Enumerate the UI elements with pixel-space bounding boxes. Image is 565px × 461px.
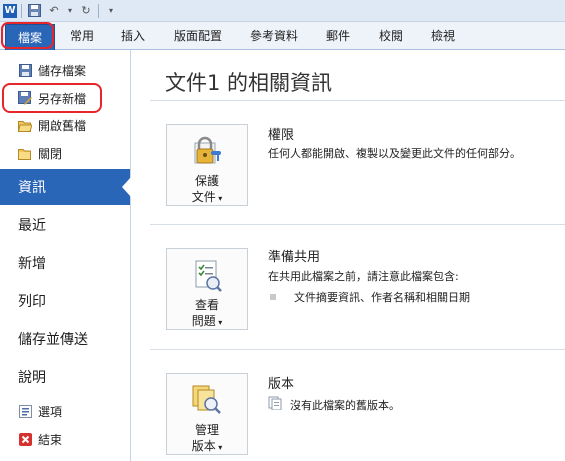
save-icon[interactable] — [26, 3, 42, 19]
customize-toolbar-icon[interactable]: ▾ — [103, 3, 119, 19]
options-icon — [18, 404, 32, 418]
nav-item-label: 結束 — [38, 432, 63, 447]
nav-item-save-and-send[interactable]: 儲存並傳送 — [0, 321, 130, 357]
backstage-nav: 儲存檔案 另存新檔 開啟舊檔 關閉 資訊 最近 新增 列印 儲存並傳送 說明 選… — [0, 50, 131, 461]
undo-icon[interactable]: ↶ — [46, 3, 62, 19]
button-label: 保護 文件 ▾ — [192, 173, 223, 207]
document-version-icon — [268, 396, 282, 413]
list-item: 文件摘要資訊、作者名稱和相關日期 — [268, 289, 470, 305]
list-item-text: 文件摘要資訊、作者名稱和相關日期 — [294, 291, 470, 304]
button-label-line2: 版本 — [191, 439, 216, 453]
quick-access-toolbar: W ↶ ▾ ↻ ▾ — [0, 0, 565, 22]
section-description: 任何人都能開啟、複製以及變更此文件的任何部分。 — [268, 147, 521, 160]
lock-key-icon — [189, 133, 225, 169]
versions-info: 沒有此檔案的舊版本。 — [268, 396, 400, 413]
open-folder-icon — [18, 118, 32, 132]
button-label-line1: 查看 — [194, 298, 219, 312]
nav-item-exit[interactable]: 結束 — [0, 427, 130, 451]
nav-item-label: 關閉 — [38, 146, 63, 161]
nav-item-help[interactable]: 說明 — [0, 359, 130, 395]
nav-item-print[interactable]: 列印 — [0, 283, 130, 319]
nav-item-label: 儲存檔案 — [38, 63, 87, 78]
manage-versions-button[interactable]: 管理 版本 ▾ — [166, 373, 248, 455]
check-issues-button[interactable]: 查看 問題 ▾ — [166, 248, 248, 330]
button-label-line2-wrap: 文件 ▾ — [192, 189, 223, 207]
button-label: 管理 版本 ▾ — [192, 422, 223, 456]
bullet-square-icon — [270, 294, 276, 300]
tab-page-layout[interactable]: 版面配置 — [174, 27, 222, 44]
tab-review[interactable]: 校閱 — [379, 27, 403, 44]
close-folder-icon — [18, 146, 32, 160]
versions-icon — [189, 382, 225, 418]
tab-view[interactable]: 檢視 — [431, 27, 455, 44]
save-as-icon — [18, 91, 32, 105]
dropdown-caret-icon: ▾ — [215, 443, 223, 452]
nav-item-save[interactable]: 儲存檔案 — [0, 58, 130, 82]
button-label: 查看 問題 ▾ — [192, 297, 223, 331]
nav-item-open[interactable]: 開啟舊檔 — [0, 113, 130, 137]
tab-mailings[interactable]: 郵件 — [326, 27, 350, 44]
toolbar-separator — [98, 3, 99, 18]
divider — [150, 100, 565, 101]
redo-icon[interactable]: ↻ — [78, 3, 94, 19]
protect-document-button[interactable]: 保護 文件 ▾ — [166, 124, 248, 206]
nav-item-options[interactable]: 選項 — [0, 399, 130, 423]
button-label-line1: 保護 — [194, 174, 219, 188]
button-label-line2-wrap: 版本 ▾ — [192, 438, 223, 456]
ribbon-tab-bar: 常用 插入 版面配置 參考資料 郵件 校閱 檢視 — [0, 22, 565, 50]
word-app-icon[interactable]: W — [3, 3, 17, 18]
nav-item-label: 選項 — [38, 404, 63, 419]
dropdown-caret-icon: ▾ — [215, 194, 223, 203]
section-heading-prepare-share: 準備共用 — [268, 250, 321, 265]
dropdown-arrow-icon[interactable]: ▾ — [66, 3, 74, 19]
button-label-line2: 問題 — [191, 314, 216, 328]
section-description: 在共用此檔案之前，請注意此檔案包含: — [268, 270, 459, 283]
button-label-line1: 管理 — [194, 423, 219, 437]
dropdown-caret-icon: ▾ — [215, 318, 223, 327]
nav-item-recent[interactable]: 最近 — [0, 207, 130, 243]
nav-item-new[interactable]: 新增 — [0, 245, 130, 281]
tab-home[interactable]: 常用 — [70, 27, 94, 44]
checklist-icon — [189, 257, 225, 293]
nav-item-save-as[interactable]: 另存新檔 — [0, 86, 130, 110]
nav-item-label: 開啟舊檔 — [38, 118, 87, 133]
toolbar-separator — [21, 3, 22, 18]
section-heading-versions: 版本 — [268, 377, 295, 392]
divider — [150, 224, 565, 225]
save-icon — [18, 63, 32, 77]
tab-file[interactable]: 檔案 — [5, 24, 55, 50]
page-title: 文件1 的相關資訊 — [165, 71, 333, 95]
nav-item-info[interactable]: 資訊 — [0, 169, 131, 205]
nav-item-close[interactable]: 關閉 — [0, 141, 130, 165]
divider — [150, 349, 565, 350]
section-description: 沒有此檔案的舊版本。 — [290, 398, 400, 412]
exit-icon — [18, 432, 32, 446]
nav-item-label: 另存新檔 — [38, 91, 87, 106]
button-label-line2: 文件 — [191, 190, 216, 204]
tab-references[interactable]: 參考資料 — [250, 27, 298, 44]
section-heading-permissions: 權限 — [268, 128, 295, 143]
button-label-line2-wrap: 問題 ▾ — [192, 313, 223, 331]
tab-insert[interactable]: 插入 — [121, 27, 145, 44]
